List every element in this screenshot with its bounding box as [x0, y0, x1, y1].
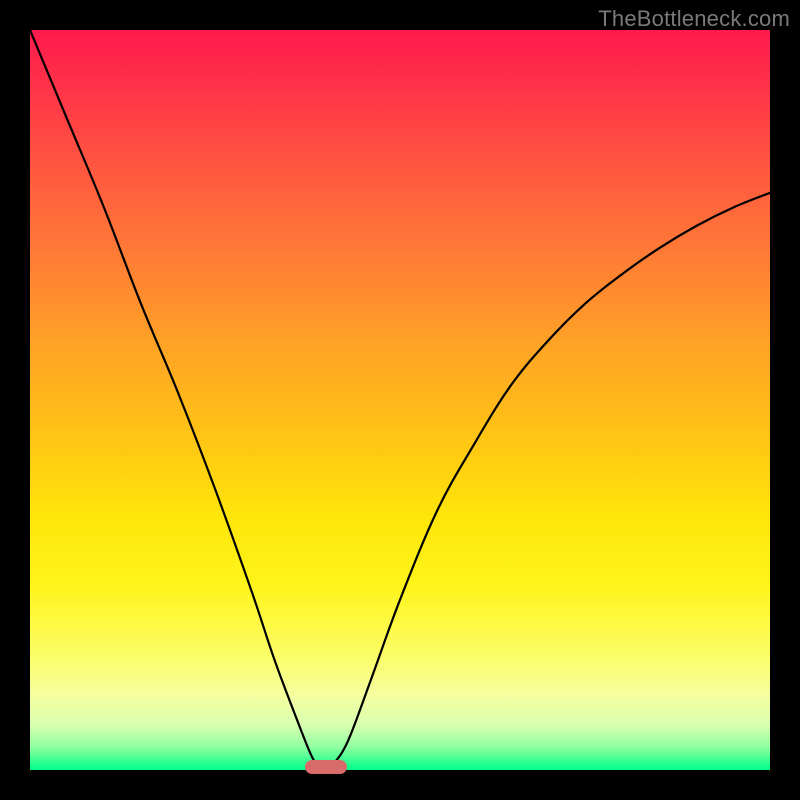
bottleneck-curve	[30, 30, 770, 770]
chart-frame: TheBottleneck.com	[0, 0, 800, 800]
minimum-marker	[305, 760, 347, 774]
plot-area	[30, 30, 770, 770]
watermark-text: TheBottleneck.com	[598, 6, 790, 32]
